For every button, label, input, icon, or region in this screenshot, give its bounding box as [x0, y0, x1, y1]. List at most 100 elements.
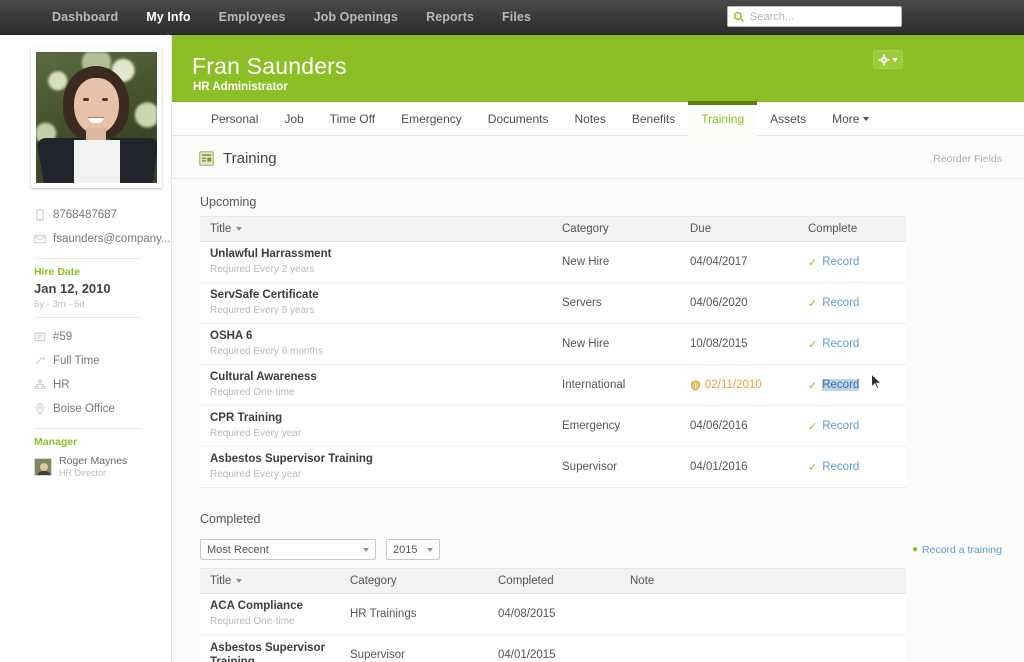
overdue-warning-shield-icon	[691, 379, 700, 391]
tab-training[interactable]: Training	[688, 100, 758, 136]
search-box[interactable]	[727, 6, 902, 27]
tab-documents[interactable]: Documents	[475, 102, 562, 136]
year-value: 2015	[393, 543, 418, 556]
nav-item-my-info[interactable]: My Info	[132, 0, 204, 35]
column-header-complete[interactable]: Complete	[798, 216, 906, 242]
nav-item-employees[interactable]: Employees	[205, 0, 300, 35]
year-select[interactable]: 2015	[386, 539, 440, 560]
nav-item-files[interactable]: Files	[488, 0, 545, 35]
training-title: Asbestos Supervisor Training	[210, 453, 373, 466]
sidebar-employee-number-row: #59	[0, 325, 172, 349]
column-header-note[interactable]: Note	[620, 568, 906, 594]
page-title: Training	[223, 150, 277, 167]
training-frequency: Required Every 2 years	[210, 263, 315, 275]
upcoming-section-title: Upcoming	[200, 195, 257, 209]
record-link[interactable]: Record	[822, 297, 859, 309]
manager-name: Roger Maynes	[59, 455, 128, 467]
record-a-training-label: Record a training	[922, 543, 1002, 556]
hire-date-label: Hire Date	[34, 266, 81, 278]
record-link[interactable]: Record	[822, 461, 859, 473]
sidebar-email-value: fsaunders@company...	[53, 233, 171, 245]
hire-date-value: Jan 12, 2010	[34, 281, 111, 296]
cell-category: New Hire	[552, 323, 680, 365]
training-title: OSHA 6	[210, 330, 253, 343]
check-icon: ✓	[808, 338, 818, 351]
training-title: Cultural Awareness	[210, 371, 317, 384]
cell-title: ServSafe Certificate Required Every 5 ye…	[200, 282, 552, 324]
sidebar-divider-2	[34, 317, 142, 318]
overdue-date-text: 02/11/2010	[705, 379, 762, 391]
record-link[interactable]: Record	[822, 256, 859, 268]
record-a-training-button[interactable]: ● Record a training	[912, 544, 1002, 556]
nav-item-dashboard[interactable]: Dashboard	[38, 0, 132, 35]
manager-row[interactable]: Roger Maynes HR Director	[0, 448, 172, 479]
completed-training-table: Title Category Completed Note ACA Compli…	[200, 568, 906, 662]
tab-notes[interactable]: Notes	[561, 102, 618, 136]
sort-order-select[interactable]: Most Recent	[200, 539, 376, 560]
reorder-fields-link[interactable]: Reorder Fields	[933, 153, 1002, 165]
tab-time-off[interactable]: Time Off	[317, 102, 388, 136]
cell-note	[620, 593, 906, 635]
cell-completed-date: 04/01/2015	[488, 634, 620, 662]
column-header-title-label: Title	[210, 223, 232, 235]
column-header-title[interactable]: Title	[200, 568, 340, 594]
completed-table-header-row: Title Category Completed Note	[200, 568, 906, 594]
column-header-due[interactable]: Due	[680, 216, 798, 242]
cell-title: Unlawful Harrassment Required Every 2 ye…	[200, 241, 552, 283]
tab-benefits[interactable]: Benefits	[619, 102, 688, 136]
chevron-down-icon	[363, 547, 369, 552]
table-row: Unlawful Harrassment Required Every 2 ye…	[200, 241, 906, 283]
employee-sidebar: 8768487687 fsaunders@company... Hire Dat…	[0, 35, 172, 662]
record-link[interactable]: Record	[822, 338, 859, 350]
training-frequency: Required Every 5 years	[210, 304, 315, 316]
tenure-value: 5y - 3m - 5d	[34, 299, 85, 310]
training-clipboard-icon	[199, 151, 214, 166]
tab-assets[interactable]: Assets	[757, 102, 819, 136]
column-header-category[interactable]: Category	[552, 216, 680, 242]
cell-category: Servers	[552, 282, 680, 324]
check-icon: ✓	[808, 256, 818, 269]
sidebar-divider-3	[34, 428, 142, 429]
tab-emergency[interactable]: Emergency	[388, 102, 475, 136]
cell-complete: ✓ Record	[798, 405, 906, 447]
sidebar-employment-type-row: Full Time	[0, 349, 172, 373]
training-frequency: Required One-time	[210, 386, 295, 398]
id-badge-icon	[34, 332, 46, 342]
location-pin-icon	[36, 403, 44, 415]
sidebar-divider-1	[34, 258, 142, 259]
column-header-completed[interactable]: Completed	[488, 568, 620, 594]
tab-more[interactable]: More	[819, 102, 882, 136]
column-header-category[interactable]: Category	[340, 568, 488, 594]
cell-category: HR Trainings	[340, 593, 488, 635]
nav-item-reports[interactable]: Reports	[412, 0, 488, 35]
cell-category: International	[552, 364, 680, 406]
record-link[interactable]: Record	[822, 420, 859, 432]
sidebar-department-row: HR	[0, 373, 172, 397]
cell-complete: ✓ Record	[798, 364, 906, 406]
tab-job[interactable]: Job	[271, 102, 316, 136]
cell-title: Asbestos Supervisor Training	[200, 634, 340, 662]
sort-ascending-icon	[236, 578, 243, 583]
check-icon: ✓	[808, 461, 818, 474]
settings-gear-button[interactable]	[873, 50, 903, 69]
table-row: OSHA 6 Required Every 6 months New Hire …	[200, 323, 906, 365]
phone-icon	[36, 209, 44, 221]
cell-title: ACA Compliance Required One-time	[200, 593, 340, 635]
search-input[interactable]	[750, 10, 896, 23]
upcoming-training-table: Title Category Due Complete Unlawful Har…	[200, 216, 906, 488]
nav-item-job-openings[interactable]: Job Openings	[300, 0, 413, 35]
column-header-title-label: Title	[210, 575, 232, 587]
tab-personal[interactable]: Personal	[198, 102, 271, 136]
cell-title: Cultural Awareness Required One-time	[200, 364, 552, 406]
column-header-title[interactable]: Title	[200, 216, 552, 242]
manager-avatar	[34, 458, 52, 477]
training-panel-header: Training Reorder Fields	[172, 136, 1024, 179]
top-nav-items: Dashboard My Info Employees Job Openings…	[38, 0, 545, 35]
cell-title: CPR Training Required Every year	[200, 405, 552, 447]
training-panel: Training Reorder Fields Upcoming Title C…	[172, 136, 1024, 662]
chevron-down-icon	[863, 117, 870, 122]
record-link[interactable]: Record	[822, 379, 860, 391]
upcoming-table-header-row: Title Category Due Complete	[200, 216, 906, 242]
table-row: Cultural Awareness Required One-time Int…	[200, 364, 906, 406]
check-icon: ✓	[808, 297, 818, 310]
